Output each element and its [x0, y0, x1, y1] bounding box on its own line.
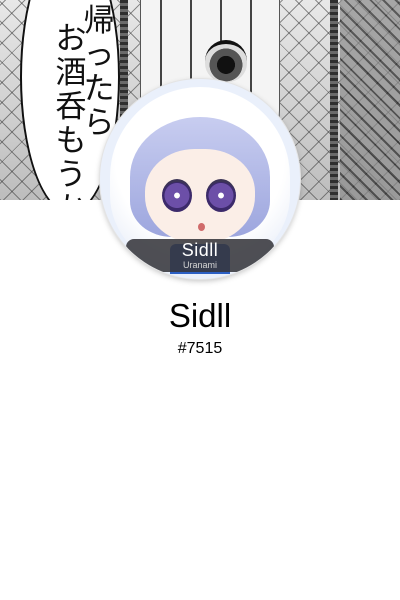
avatar[interactable]: Sidll Uranami — [100, 79, 300, 279]
nameplate-subtitle: Uranami — [182, 260, 217, 270]
profile-username: Sidll — [168, 297, 232, 334]
avatar-mouth — [198, 223, 205, 231]
banner-shadow-area — [340, 0, 400, 200]
banner-fence-post — [330, 0, 338, 200]
avatar-nameplate: Sidll Uranami — [126, 239, 274, 272]
banner-character-eye — [205, 40, 247, 82]
avatar-eye-left — [162, 179, 192, 212]
nameplate-name: Sidll — [181, 240, 219, 260]
profile-discriminator: #7515 — [177, 340, 223, 357]
speech-bubble-text-left: お酒呑もうか — [55, 21, 87, 200]
avatar-eye-right — [206, 179, 236, 212]
